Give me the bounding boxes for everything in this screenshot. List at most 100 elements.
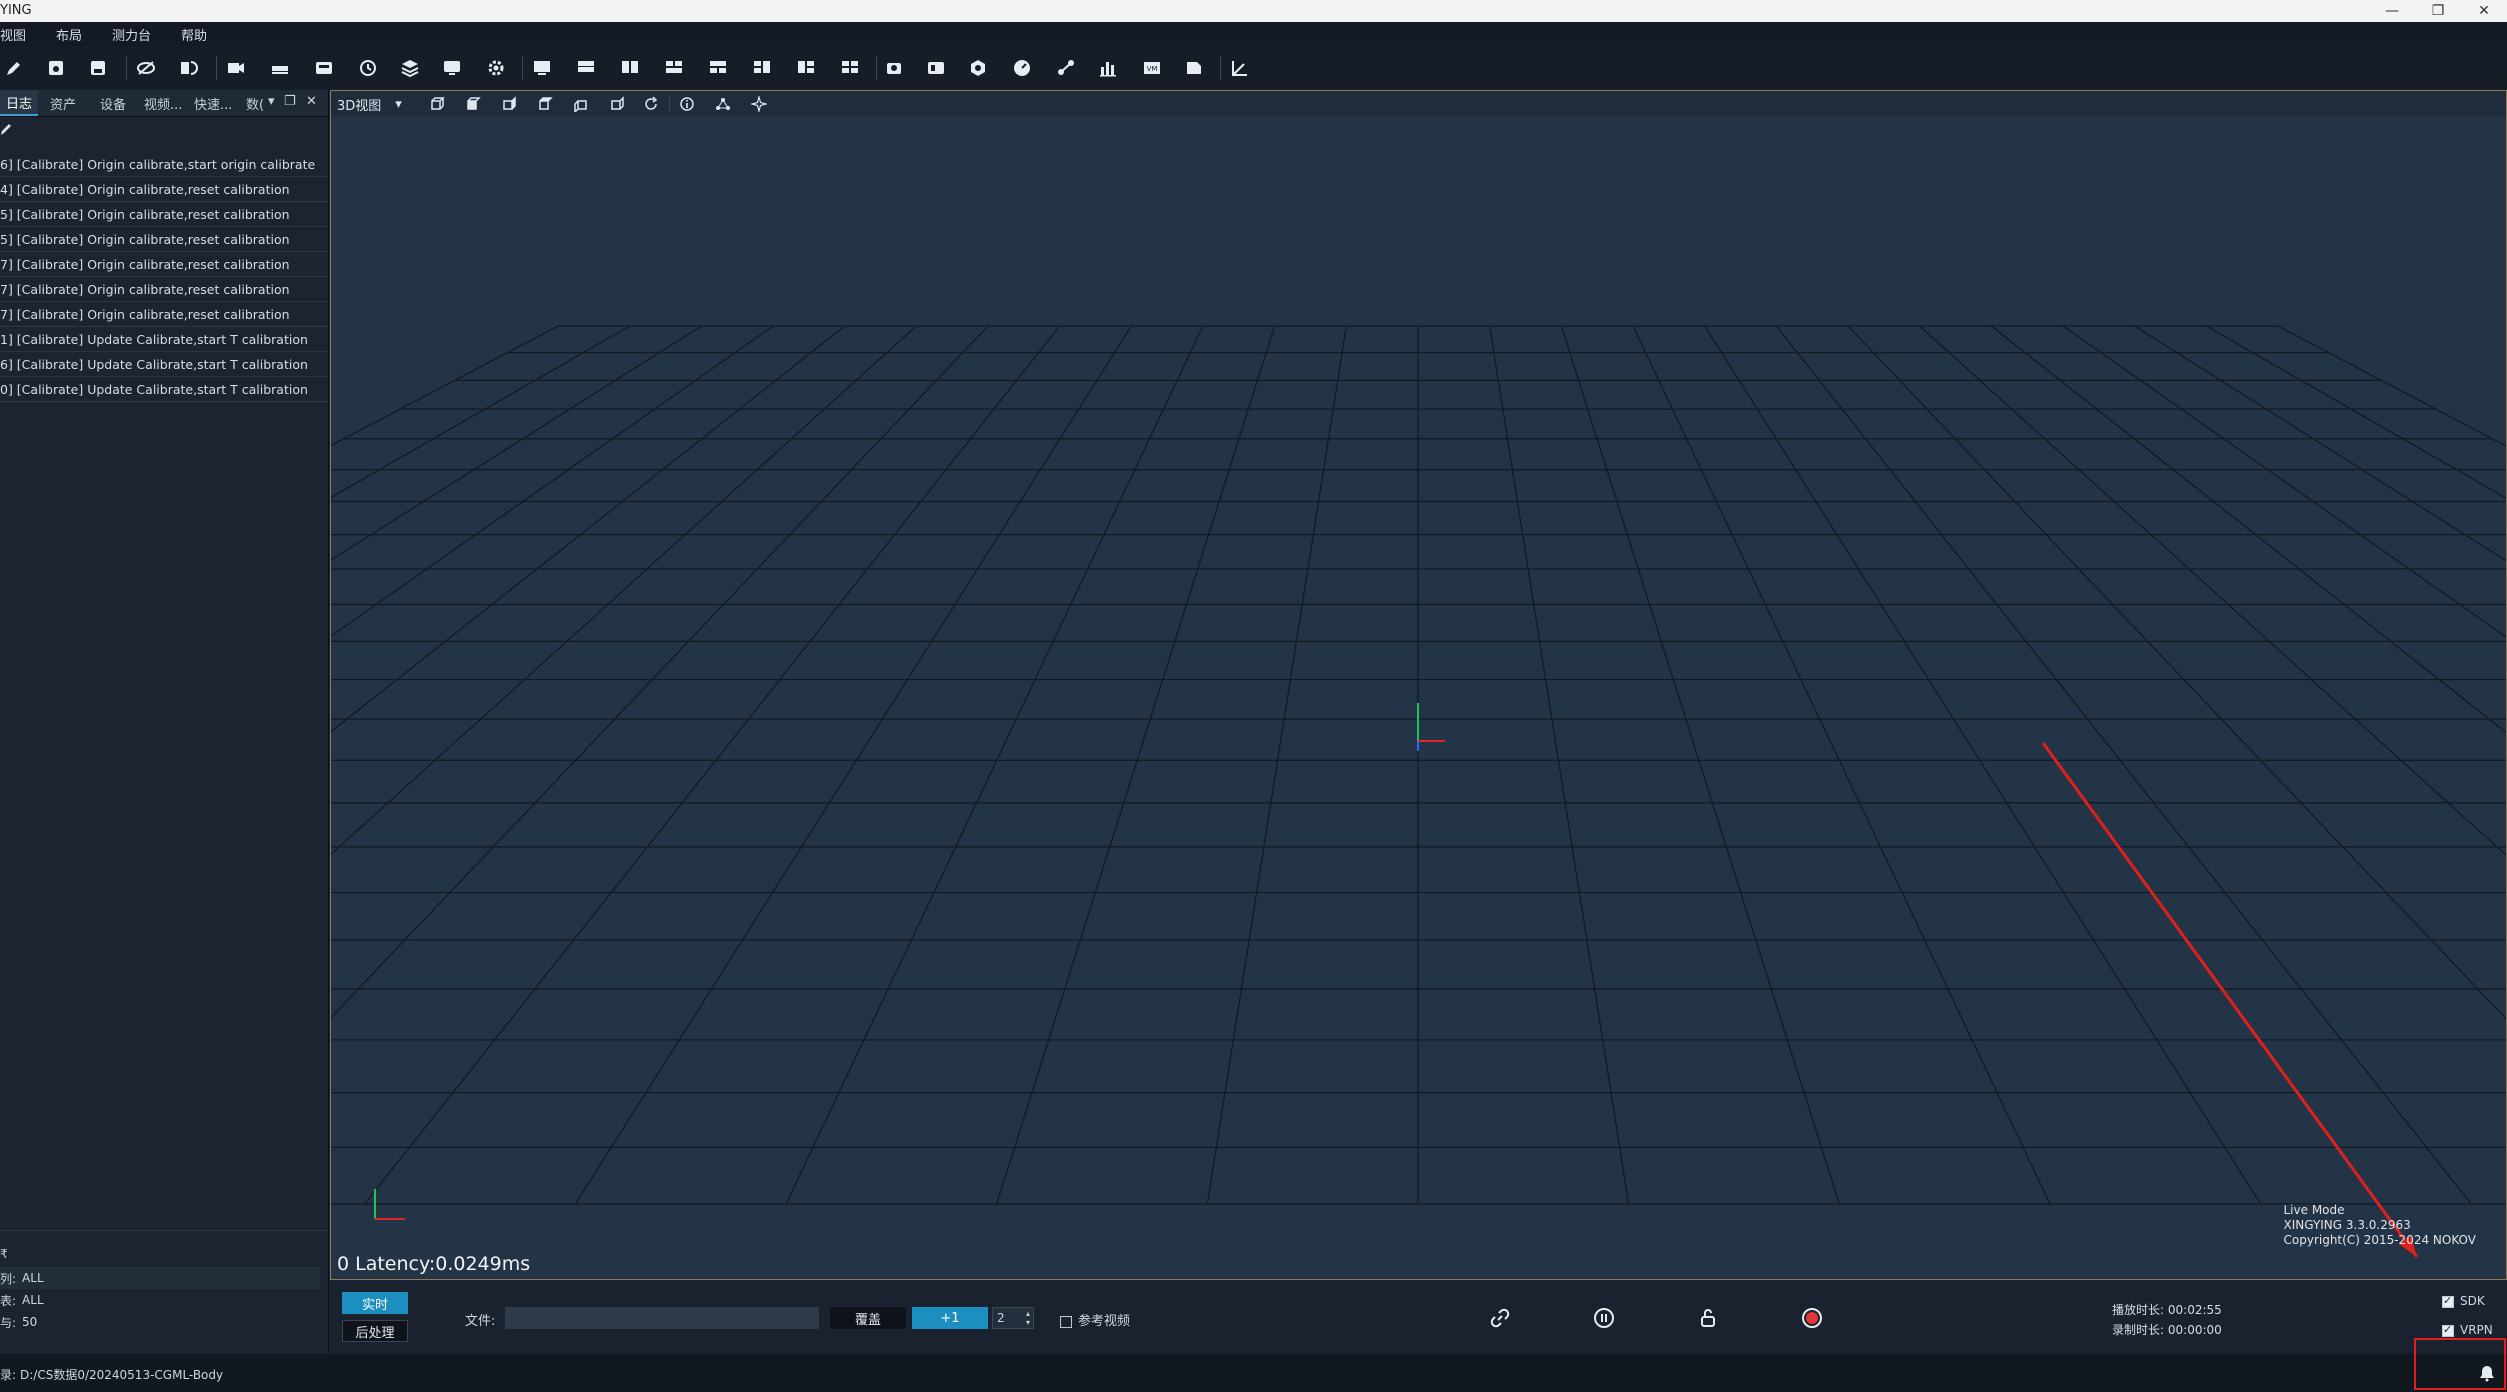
float-panel-icon[interactable]: ❐ — [284, 94, 296, 109]
tab-assets[interactable]: 资产 — [44, 90, 86, 116]
filter-level-row[interactable]: 列: ALL — [0, 1267, 320, 1289]
settings-gear-icon[interactable] — [484, 56, 508, 80]
window-title: YING — [0, 3, 32, 18]
tab-devices[interactable]: 设备 — [94, 90, 136, 116]
time-info: 播放时长: 00:02:55 录制时长: 00:00:00 — [2112, 1300, 2222, 1340]
menu-layout[interactable]: 布局 — [56, 25, 82, 44]
overwrite-button[interactable]: 覆盖 — [830, 1307, 906, 1329]
sdk-checkbox[interactable]: SDK — [2442, 1294, 2485, 1308]
view-top-icon[interactable] — [463, 95, 483, 113]
marker-sparkle-icon[interactable] — [749, 95, 769, 113]
reset-view-icon[interactable] — [641, 95, 661, 113]
monitor-icon[interactable] — [440, 56, 464, 80]
post-process-button[interactable]: 后处理 — [342, 1320, 408, 1342]
view-back-icon[interactable] — [535, 95, 555, 113]
speedometer-icon[interactable] — [1010, 56, 1034, 80]
plus-one-button[interactable]: +1 — [912, 1307, 988, 1329]
chevron-down-icon[interactable]: ▾ — [268, 94, 275, 109]
software-info: Live Mode XINGYING 3.3.0.2963 Copyright(… — [2284, 1203, 2477, 1248]
pause-icon[interactable] — [1588, 1302, 1620, 1334]
toolbar-separator — [669, 96, 670, 112]
layout-right-two-icon[interactable] — [794, 56, 818, 80]
restore-button[interactable]: ❐ — [2415, 0, 2461, 22]
unlock-icon[interactable] — [1692, 1302, 1724, 1334]
filter-count-row[interactable]: 与: 50 — [0, 1311, 320, 1333]
stepper-arrows-icon[interactable]: ▴ ▾ — [1026, 1309, 1030, 1327]
checkbox-icon[interactable] — [1060, 1315, 1072, 1328]
document-icon[interactable] — [1182, 56, 1206, 80]
close-button[interactable]: ✕ — [2461, 0, 2507, 22]
viewport-toolbar: 3D视图 ▾ — [331, 91, 2506, 117]
3d-object-icon[interactable] — [966, 56, 990, 80]
tab-log[interactable]: 日志 — [0, 90, 38, 116]
tab-quick[interactable]: 快速... — [188, 90, 240, 116]
layout-quad-icon[interactable] — [838, 56, 862, 80]
link-markers-icon[interactable] — [713, 95, 733, 113]
skeleton-icon[interactable] — [1054, 56, 1078, 80]
checkbox-icon[interactable] — [2442, 1323, 2454, 1337]
chevron-down-icon: ▾ — [395, 96, 402, 112]
log-row: 7] [Calibrate] Origin calibrate,reset ca… — [0, 302, 328, 327]
axis-icon[interactable] — [1228, 56, 1252, 80]
record-icon[interactable] — [1796, 1302, 1828, 1334]
checkbox-icon[interactable] — [2442, 1294, 2454, 1308]
save-icon[interactable] — [86, 56, 110, 80]
log-row: 6] [Calibrate] Update Calibrate,start T … — [0, 352, 328, 377]
filter-type-row[interactable]: 表: ALL — [0, 1289, 320, 1311]
log-row: 7] [Calibrate] Origin calibrate,reset ca… — [0, 252, 328, 277]
menu-force-plate[interactable]: 测力台 — [112, 25, 151, 44]
device-icon[interactable] — [312, 56, 336, 80]
layout-split-v-icon[interactable] — [618, 56, 642, 80]
screenshot-icon[interactable] — [882, 56, 906, 80]
menu-help[interactable]: 帮助 — [181, 25, 207, 44]
file-input[interactable] — [505, 1307, 819, 1329]
brush-icon[interactable] — [0, 122, 12, 136]
view-side-icon[interactable] — [499, 95, 519, 113]
menu-view[interactable]: 视图 — [0, 25, 26, 44]
file-label: 文件: — [465, 1314, 496, 1329]
pen-icon[interactable] — [2, 56, 26, 80]
log-row: 5] [Calibrate] Origin calibrate,reset ca… — [0, 227, 328, 252]
filter-value: ALL — [22, 1271, 44, 1285]
menu-bar: 视图 布局 测力台 帮助 — [0, 22, 2507, 46]
layout-bottom-two-icon[interactable] — [706, 56, 730, 80]
close-panel-icon[interactable]: ✕ — [306, 94, 317, 109]
view-select[interactable]: 3D视图 ▾ — [337, 94, 402, 114]
path-label: 录: — [0, 1368, 17, 1382]
layers-icon[interactable] — [398, 56, 422, 80]
left-panel-tabs: 日志 资产 设备 视频... 快速... 数( ▾ ❐ ✕ — [0, 90, 328, 117]
take-number-stepper[interactable]: 2 ▴ ▾ — [992, 1307, 1034, 1329]
2d-view-icon[interactable] — [924, 56, 948, 80]
hide-icon[interactable] — [134, 56, 158, 80]
view-right-icon[interactable] — [607, 95, 627, 113]
view-front-icon[interactable] — [427, 95, 447, 113]
vrpn-checkbox[interactable]: VRPN — [2442, 1323, 2493, 1337]
log-row: 1] [Calibrate] Update Calibrate,start T … — [0, 327, 328, 352]
filter-value: 50 — [22, 1315, 38, 1329]
open-file-icon[interactable] — [44, 56, 68, 80]
camera-record-icon[interactable] — [224, 56, 248, 80]
data-path: D:/CS数据0/20240513-CGML-Body — [20, 1368, 224, 1382]
live-mode-button[interactable]: 实时 — [342, 1292, 408, 1314]
info-icon[interactable] — [677, 95, 697, 113]
wand-icon[interactable] — [268, 56, 292, 80]
stepper-value: 2 — [997, 1311, 1005, 1325]
3d-viewport[interactable]: 3D视图 ▾ 0 Latency:0.0249ms Live Mode XING… — [330, 90, 2507, 1280]
log-row: 0] [Calibrate] Update Calibrate,start T … — [0, 377, 328, 402]
bar-chart-icon[interactable] — [1096, 56, 1120, 80]
refresh-icon[interactable] — [356, 56, 380, 80]
link-icon[interactable] — [1484, 1302, 1516, 1334]
filter-value: ALL — [22, 1293, 44, 1307]
layout-top-two-icon[interactable] — [662, 56, 686, 80]
ref-video-checkbox[interactable]: 参考视频 — [1060, 1310, 1130, 1329]
layout-left-two-icon[interactable] — [750, 56, 774, 80]
minimize-button[interactable]: — — [2369, 0, 2415, 22]
vm-icon[interactable]: VM — [1140, 56, 1164, 80]
toolbar-separator — [876, 56, 877, 80]
tab-video[interactable]: 视频... — [138, 90, 190, 116]
layout-single-icon[interactable] — [530, 56, 554, 80]
layout-split-h-icon[interactable] — [574, 56, 598, 80]
log-row: 6] [Calibrate] Origin calibrate,start or… — [0, 152, 328, 177]
calibrate-icon[interactable] — [176, 56, 200, 80]
view-left-icon[interactable] — [571, 95, 591, 113]
